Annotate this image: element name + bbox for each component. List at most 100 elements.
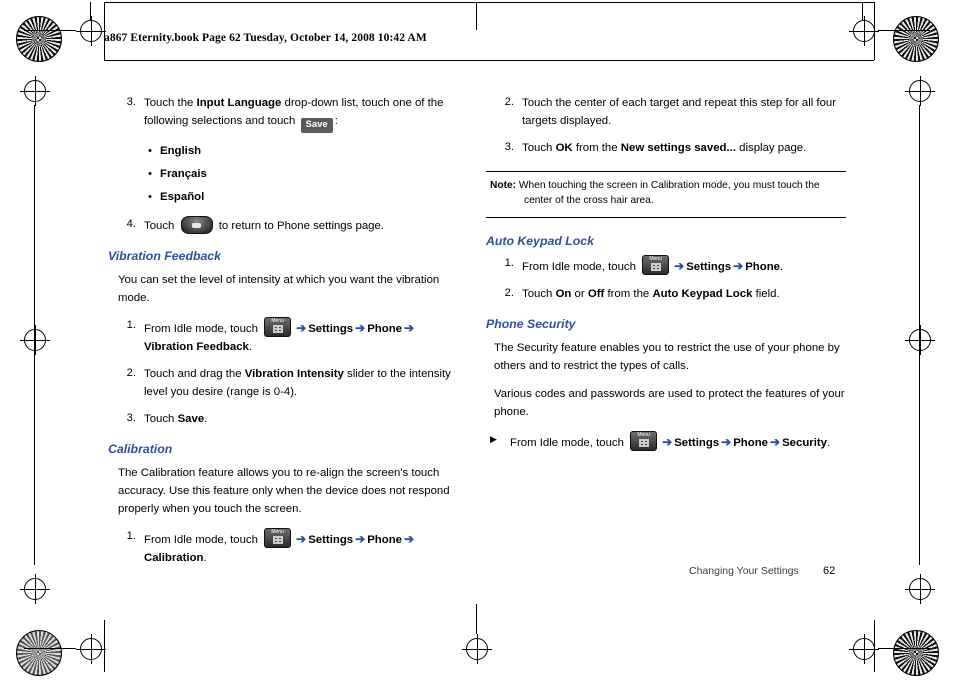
step-keypad-on-off: 2. Touch On or Off from the Auto Keypad …	[486, 285, 846, 303]
step-vibration-save: 3. Touch Save.	[108, 410, 460, 428]
nav-phone: Phone	[367, 533, 402, 546]
crop-line-right-edge	[874, 2, 875, 60]
step-text-end: .	[248, 340, 253, 353]
step-text-1: From Idle mode, touch	[510, 437, 628, 450]
step-text-1: Touch	[144, 412, 178, 425]
back-key-icon	[180, 216, 213, 235]
registration-mark-top-left	[76, 16, 106, 46]
crop-line-top-thin	[104, 2, 874, 3]
list-item: • Français	[108, 165, 460, 183]
crop-line-right-vertical	[919, 105, 920, 565]
arrow-icon: ➔	[662, 435, 673, 450]
list-item: • English	[108, 142, 460, 160]
section-heading-auto-keypad-lock: Auto Keypad Lock	[486, 233, 594, 248]
step-text-2: from the	[572, 142, 621, 155]
step-text-end: .	[203, 551, 207, 564]
right-text-column: 2. Touch the center of each target and r…	[486, 94, 846, 461]
step-text-1: Touch	[522, 142, 556, 155]
step-number: 4.	[126, 218, 136, 231]
step-text-2: .	[204, 412, 208, 425]
crop-line-bottom-left	[24, 648, 76, 649]
left-text-column: 3. Touch the Input Language drop-down li…	[108, 94, 460, 576]
step-text-1: Touch and drag the	[144, 367, 245, 380]
step-text-1: Touch	[144, 220, 178, 233]
registration-mark-right-lower	[905, 574, 935, 604]
step-number: 1.	[126, 529, 136, 542]
step-calibration-navigate: 1. From Idle mode, touch Menu ➔ Settings ➔ P…	[108, 527, 460, 567]
step-input-language: 3. Touch the Input Language drop-down li…	[108, 94, 460, 134]
crop-line-center-top	[476, 2, 477, 30]
arrow-icon: ➔	[296, 320, 307, 335]
list-item: • Español	[108, 188, 460, 206]
note-callout: Note: When touching the screen in Calibr…	[486, 171, 846, 218]
step-text-end: .	[780, 261, 784, 274]
book-file-header: a867 Eternity.book Page 62 Tuesday, Octo…	[104, 32, 427, 44]
step-text-3: :	[334, 115, 338, 128]
step-keypad-navigate: 1. From Idle mode, touch Menu ➔ Settings ➔ P…	[486, 255, 846, 276]
arrow-icon: ➔	[296, 531, 307, 546]
off-label: Off	[587, 288, 605, 301]
language-option-espanol: Español	[160, 191, 205, 204]
menu-key-icon: Menu	[630, 431, 658, 452]
step-number: 3.	[504, 141, 514, 154]
crop-line-left-vertical	[34, 105, 35, 565]
note-text-line2: center of the cross hair area.	[524, 195, 654, 207]
language-option-francais: Français	[160, 168, 207, 181]
menu-key-icon: Menu	[264, 316, 292, 337]
vibration-intro-paragraph: You can set the level of intensity at wh…	[118, 273, 440, 304]
input-language-label: Input Language	[196, 97, 282, 109]
ok-label: OK	[555, 142, 573, 155]
nav-phone: Phone	[367, 322, 402, 335]
nav-security: Security	[782, 437, 828, 450]
crop-line-top-left	[24, 30, 76, 31]
step-text-1: Touch the	[144, 97, 197, 109]
section-heading-calibration: Calibration	[108, 441, 173, 456]
vibration-intensity-label: Vibration Intensity	[244, 367, 344, 380]
crop-line-left-edge-bottom	[104, 620, 105, 672]
registration-mark-bottom-right	[849, 634, 879, 664]
nav-settings: Settings	[674, 437, 720, 450]
nav-settings: Settings	[308, 533, 354, 546]
step-text-2: or	[571, 288, 588, 301]
bullet-icon: •	[148, 191, 152, 204]
crop-line-top-right	[878, 30, 930, 31]
step-touch-targets: 2. Touch the center of each target and r…	[486, 94, 846, 130]
footer-chapter-title: Changing Your Settings	[689, 565, 799, 577]
step-text-1: Touch	[522, 288, 556, 301]
security-paragraph-1: The Security feature enables you to rest…	[494, 342, 840, 373]
registration-mark-left-upper	[20, 76, 50, 106]
arrow-icon: ➔	[404, 531, 415, 546]
new-settings-saved-label: New settings saved...	[620, 142, 736, 155]
printer-starburst-top-left	[16, 16, 62, 62]
crop-line-mid-left	[90, 2, 91, 20]
crop-line-header-rule	[104, 60, 874, 61]
nav-settings: Settings	[686, 261, 732, 274]
step-vibration-navigate: 1. From Idle mode, touch Menu ➔ Settings ➔ P…	[108, 316, 460, 356]
step-return-phone-settings: 4. Touch to return to Phone settings pag…	[108, 216, 460, 235]
section-heading-vibration-feedback: Vibration Feedback	[108, 249, 221, 264]
arrow-icon: ➔	[355, 531, 366, 546]
bullet-icon: •	[148, 145, 152, 158]
footer-page-number: 62	[823, 565, 836, 577]
registration-mark-bottom-left	[76, 634, 106, 664]
arrow-icon: ➔	[721, 435, 732, 450]
step-text: Touch the center of each target and repe…	[522, 97, 837, 128]
crop-line-left-edge	[104, 2, 105, 60]
registration-mark-left-middle	[20, 325, 50, 355]
step-text-end: .	[827, 437, 831, 450]
registration-mark-bottom-center	[462, 634, 492, 664]
language-option-english: English	[160, 145, 202, 158]
registration-mark-top-right	[849, 16, 879, 46]
step-number: 2.	[126, 366, 136, 379]
step-text-2: to return to Phone settings page.	[215, 220, 385, 233]
step-number: 2.	[504, 96, 514, 108]
calibration-intro-paragraph: The Calibration feature allows you to re…	[118, 466, 450, 515]
save-label: Save	[177, 412, 205, 425]
on-label: On	[555, 288, 572, 301]
triangle-bullet-icon: ▶	[490, 434, 497, 445]
save-key-icon: Save	[300, 118, 333, 134]
step-number: 3.	[126, 411, 136, 424]
registration-mark-right-middle	[905, 325, 935, 355]
step-number: 1.	[504, 257, 514, 270]
nav-calibration: Calibration	[144, 551, 204, 564]
